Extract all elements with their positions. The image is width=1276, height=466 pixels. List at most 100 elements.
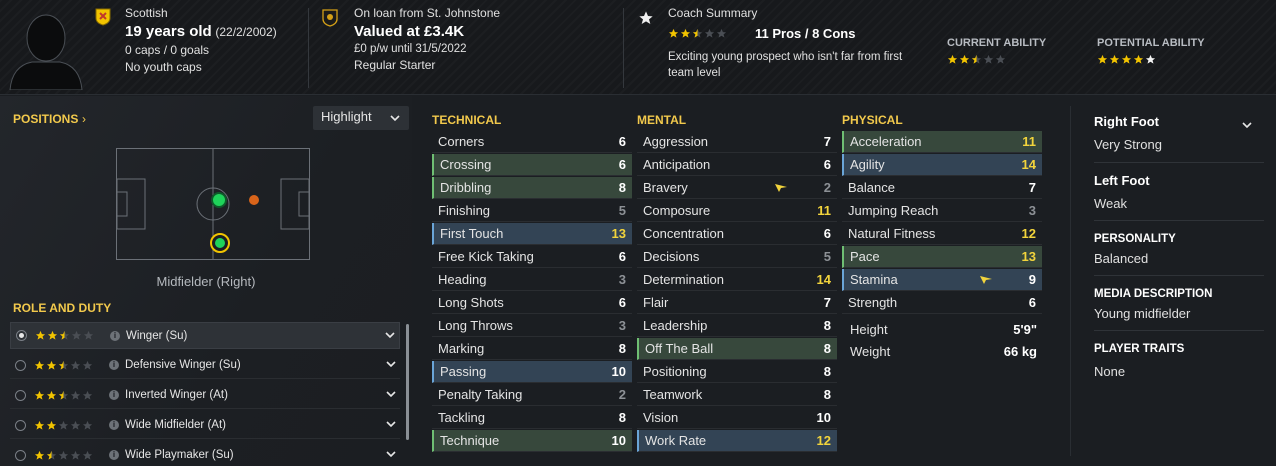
role-row[interactable]: i Wide Playmaker (Su) xyxy=(10,442,400,466)
attribute-name: Positioning xyxy=(643,364,707,379)
info-icon[interactable]: i xyxy=(109,420,119,430)
attribute-row[interactable]: Crossing 6 xyxy=(432,154,632,176)
role-radio[interactable] xyxy=(15,389,26,401)
attribute-row[interactable]: Heading 3 xyxy=(432,269,632,291)
role-row[interactable]: i Winger (Su) xyxy=(10,322,400,349)
role-radio[interactable] xyxy=(16,330,27,341)
loan-status[interactable]: On loan from St. Johnstone xyxy=(354,6,500,20)
attribute-row[interactable]: Acceleration 11 xyxy=(842,131,1042,153)
attribute-row[interactable]: Teamwork 8 xyxy=(637,384,837,406)
info-icon[interactable]: i xyxy=(109,360,119,370)
position-dot-selected[interactable] xyxy=(210,233,230,253)
attribute-row[interactable]: Finishing 5 xyxy=(432,200,632,222)
attribute-name: Technique xyxy=(440,433,500,448)
positions-link[interactable]: POSITIONS › xyxy=(13,111,86,126)
attribute-row[interactable]: Concentration 6 xyxy=(637,223,837,245)
attribute-value: 8 xyxy=(823,341,831,356)
role-list-scrollbar[interactable] xyxy=(406,324,409,440)
attribute-row[interactable]: Vision 10 xyxy=(637,407,837,429)
attribute-name: Corners xyxy=(438,134,485,149)
attribute-value: 6 xyxy=(618,295,626,310)
attribute-row[interactable]: Stamina 9 xyxy=(842,269,1042,291)
attribute-name: Heading xyxy=(438,272,487,287)
attribute-row[interactable]: Long Shots 6 xyxy=(432,292,632,314)
role-row[interactable]: i Defensive Winger (Su) xyxy=(10,352,400,379)
attribute-value: 5 xyxy=(618,203,626,218)
attribute-row[interactable]: Strength 6 xyxy=(842,292,1042,314)
attribute-row[interactable]: Positioning 8 xyxy=(637,361,837,383)
left-foot-label: Left Foot xyxy=(1094,173,1150,188)
attribute-row[interactable]: Dribbling 8 xyxy=(432,177,632,199)
role-radio[interactable] xyxy=(15,419,26,431)
attribute-row[interactable]: Jumping Reach 3 xyxy=(842,200,1042,222)
attribute-row[interactable]: Leadership 8 xyxy=(637,315,837,337)
role-radio[interactable] xyxy=(15,359,26,371)
position-dot-natural[interactable] xyxy=(211,192,227,208)
attribute-value: 3 xyxy=(618,318,626,333)
info-icon[interactable]: i xyxy=(109,450,119,460)
attribute-row[interactable]: Work Rate 12 xyxy=(637,430,837,452)
attribute-name: Long Shots xyxy=(438,295,504,310)
coach-summary-label[interactable]: Coach Summary xyxy=(668,6,928,20)
attribute-value: 9 xyxy=(1028,272,1036,287)
attribute-name: Passing xyxy=(440,364,487,379)
attribute-value: 6 xyxy=(618,134,626,149)
chevron-down-icon[interactable] xyxy=(386,419,396,429)
chevron-down-icon[interactable] xyxy=(386,449,396,459)
position-dot-unconvincing[interactable] xyxy=(249,195,259,205)
attribute-value: 6 xyxy=(618,157,626,172)
attribute-row[interactable]: Composure 11 xyxy=(637,200,837,222)
attribute-value: 10 xyxy=(611,364,626,379)
attribute-row[interactable]: Aggression 7 xyxy=(637,131,837,153)
info-icon[interactable]: i xyxy=(110,330,120,341)
role-label: Defensive Winger (Su) xyxy=(125,359,241,371)
attribute-row[interactable]: Penalty Taking 2 xyxy=(432,384,632,406)
attribute-value: 7 xyxy=(1028,180,1036,195)
attribute-name: Strength xyxy=(848,295,898,310)
attribute-row[interactable]: Free Kick Taking 6 xyxy=(432,246,632,268)
chevron-down-icon[interactable] xyxy=(386,389,396,399)
chevron-down-icon[interactable] xyxy=(385,330,395,340)
coach-summary-text: Exciting young prospect who isn't far fr… xyxy=(668,51,903,79)
attribute-row[interactable]: First Touch 13 xyxy=(432,223,632,245)
highlight-dropdown[interactable]: Highlight xyxy=(313,106,409,130)
role-label: Wide Midfielder (At) xyxy=(125,419,226,431)
attribute-row[interactable]: Anticipation 6 xyxy=(637,154,837,176)
attribute-row[interactable]: Off The Ball 8 xyxy=(637,338,837,360)
attribute-value: 3 xyxy=(618,272,626,287)
attribute-name: Determination xyxy=(643,272,724,287)
attribute-row[interactable]: Tackling 8 xyxy=(432,407,632,429)
attribute-row[interactable]: Agility 14 xyxy=(842,154,1042,176)
attribute-row[interactable]: Natural Fitness 12 xyxy=(842,223,1042,245)
attribute-row[interactable]: Determination 14 xyxy=(637,269,837,291)
left-foot-value: Weak xyxy=(1094,196,1127,211)
club-badge-icon xyxy=(322,9,338,27)
player-silhouette-icon xyxy=(9,14,83,90)
divider xyxy=(623,8,624,88)
pros-cons: 11 Pros / 8 Cons xyxy=(755,26,856,41)
attribute-name: Dribbling xyxy=(440,180,492,195)
role-row[interactable]: i Inverted Winger (At) xyxy=(10,382,400,409)
attribute-row[interactable]: Flair 7 xyxy=(637,292,837,314)
attribute-row[interactable]: Long Throws 3 xyxy=(432,315,632,337)
divider xyxy=(1094,330,1264,331)
role-row[interactable]: i Wide Midfielder (At) xyxy=(10,412,400,439)
attribute-row[interactable]: Passing 10 xyxy=(432,361,632,383)
role-radio[interactable] xyxy=(15,449,26,461)
attribute-row[interactable]: Balance 7 xyxy=(842,177,1042,199)
attribute-row[interactable]: Technique 10 xyxy=(432,430,632,452)
info-icon[interactable]: i xyxy=(109,390,119,400)
position-name: Midfielder (Right) xyxy=(156,274,256,289)
attribute-name: Aggression xyxy=(643,134,709,149)
attribute-row[interactable]: Marking 8 xyxy=(432,338,632,360)
attribute-row[interactable]: Pace 13 xyxy=(842,246,1042,268)
attribute-row[interactable]: Decisions 5 xyxy=(637,246,837,268)
attribute-name: Marking xyxy=(438,341,485,356)
attribute-name: Finishing xyxy=(438,203,491,218)
attribute-value: 2 xyxy=(618,387,626,402)
attribute-name: Stamina xyxy=(850,272,898,287)
attribute-row[interactable]: Corners 6 xyxy=(432,131,632,153)
attribute-row[interactable]: Bravery 2 xyxy=(637,177,837,199)
chevron-down-icon[interactable] xyxy=(386,359,396,369)
chevron-down-icon[interactable] xyxy=(1242,121,1252,129)
